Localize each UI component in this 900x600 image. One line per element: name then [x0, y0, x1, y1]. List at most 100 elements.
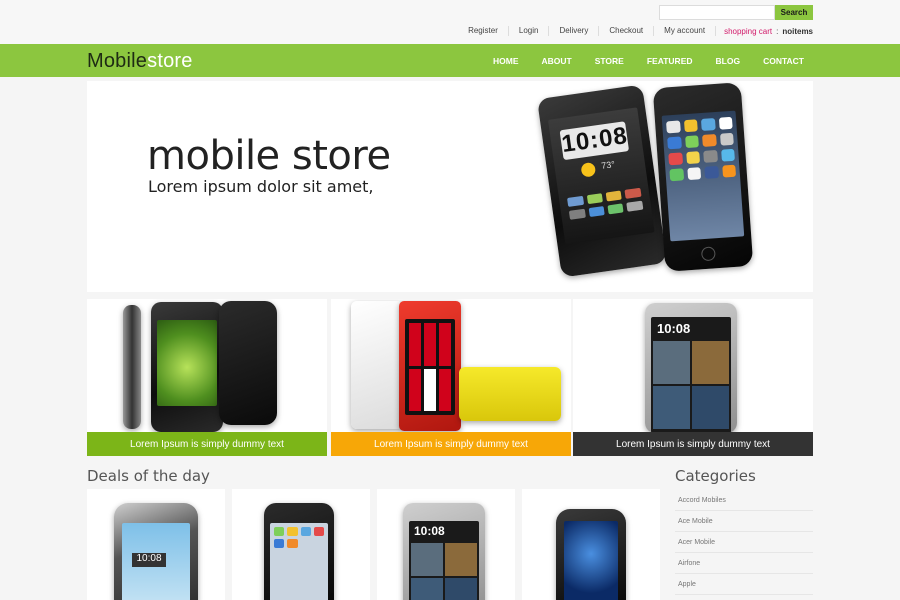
- photo-tile: [692, 341, 729, 384]
- app-icon: [718, 116, 733, 130]
- nokia-screen: [405, 319, 455, 415]
- blackberry-side-image: [123, 305, 141, 429]
- app-icon: [668, 152, 683, 166]
- iphone-screen: [661, 110, 745, 242]
- huawei-phone-image: 10:08: [114, 503, 198, 600]
- nav-menu: HOME ABOUT STORE FEATURED BLOG CONTACT: [470, 44, 804, 77]
- tile-icon: [409, 368, 421, 411]
- app-icon: [605, 190, 622, 202]
- app-icon: [719, 132, 734, 146]
- nav-contact[interactable]: CONTACT: [763, 56, 804, 66]
- tile-icon: [424, 368, 436, 411]
- deal-card[interactable]: [522, 489, 660, 600]
- home-button-icon: [700, 246, 716, 262]
- login-link[interactable]: Login: [509, 26, 550, 36]
- blackberry-deal-image: [556, 509, 626, 600]
- tile-icon: [439, 368, 451, 411]
- htc-deal-image: 10:08: [403, 503, 485, 600]
- nokia-red-image: [399, 301, 461, 431]
- nokia-yellow-image: [459, 367, 561, 421]
- iphone-deal-screen: [270, 523, 328, 600]
- app-icon: [684, 135, 699, 149]
- category-item[interactable]: Acer Mobile: [675, 532, 813, 553]
- app-icon: [704, 165, 719, 179]
- photo-tile: [692, 386, 729, 429]
- deal-card[interactable]: 10:08: [377, 489, 515, 600]
- deal-card[interactable]: 10:08: [87, 489, 225, 600]
- checkout-link[interactable]: Checkout: [599, 26, 655, 36]
- app-icon: [588, 205, 605, 217]
- photo-tile: [653, 341, 690, 384]
- cart-separator: :: [776, 26, 779, 36]
- promo-card-nokia[interactable]: Lorem Ipsum is simply dummy text: [331, 299, 571, 456]
- categories-title: Categories: [675, 467, 756, 485]
- my-account-link[interactable]: My account: [654, 26, 717, 36]
- tile-icon: [409, 323, 421, 366]
- search-input[interactable]: [659, 5, 775, 20]
- app-icon: [683, 119, 698, 133]
- register-link[interactable]: Register: [458, 26, 509, 36]
- delivery-link[interactable]: Delivery: [549, 26, 600, 36]
- promo-card-blackberry[interactable]: Lorem Ipsum is simply dummy text: [87, 299, 327, 456]
- app-icon: [685, 151, 701, 165]
- htc-deal-clock: 10:08: [414, 524, 445, 538]
- weather-sun-icon: [580, 161, 597, 178]
- huawei-screen: 10:08: [122, 523, 190, 600]
- app-icon: [669, 168, 684, 182]
- app-icon: [287, 527, 298, 536]
- htc-phone-screen: 10:08 73°: [548, 107, 655, 245]
- app-icon: [567, 195, 584, 207]
- search-box: Search: [659, 5, 813, 20]
- main-navbar: Mobilestore HOME ABOUT STORE FEATURED BL…: [0, 44, 900, 77]
- category-item[interactable]: Apple: [675, 574, 813, 595]
- search-button[interactable]: Search: [775, 5, 813, 20]
- iphone-image: [652, 82, 754, 272]
- huawei-clock: 10:08: [132, 553, 166, 567]
- photo-tile: [411, 578, 443, 600]
- hero-title: mobile store: [147, 133, 391, 179]
- app-icon: [313, 527, 324, 536]
- htc-deal-screen: 10:08: [409, 521, 479, 600]
- category-item[interactable]: Accord Mobiles: [675, 490, 813, 511]
- app-icon: [607, 202, 624, 214]
- app-icon: [721, 164, 737, 178]
- promo-caption: Lorem Ipsum is simply dummy text: [87, 432, 327, 456]
- photo-tile: [445, 543, 477, 576]
- photo-tile: [411, 543, 443, 576]
- shopping-cart-link[interactable]: shopping cart: [716, 27, 772, 36]
- app-icon: [274, 527, 285, 536]
- nav-about[interactable]: ABOUT: [541, 56, 571, 66]
- promo-caption: Lorem Ipsum is simply dummy text: [573, 432, 813, 456]
- app-icon: [300, 527, 311, 536]
- app-icon: [569, 208, 586, 220]
- category-item[interactable]: Airfone: [675, 553, 813, 574]
- nav-featured[interactable]: FEATURED: [647, 56, 693, 66]
- promo-card-htc-one[interactable]: 10:08 Lorem Ipsum is simply dummy text: [573, 299, 813, 456]
- hero-subtitle: Lorem ipsum dolor sit amet,: [148, 177, 374, 196]
- logo-part-store: store: [147, 50, 193, 72]
- blackberry-back-image: [219, 301, 277, 425]
- deal-card[interactable]: [232, 489, 370, 600]
- app-icon: [666, 120, 681, 134]
- nav-blog[interactable]: BLOG: [716, 56, 741, 66]
- photo-tile: [445, 578, 477, 600]
- tile-icon: [439, 323, 451, 366]
- app-icon: [624, 187, 642, 199]
- blackberry-front-image: [151, 302, 223, 432]
- app-icon: [720, 148, 735, 162]
- site-logo[interactable]: Mobilestore: [87, 50, 193, 73]
- htc-one-clock: 10:08: [657, 321, 691, 336]
- nav-store[interactable]: STORE: [595, 56, 624, 66]
- blackberry-screen: [157, 320, 217, 406]
- cart-items-count: noitems: [782, 26, 813, 36]
- htc-deal-photo-tiles: [411, 543, 477, 600]
- nav-home[interactable]: HOME: [493, 56, 519, 66]
- tile-icon: [424, 323, 436, 366]
- htc-clock: 10:08: [559, 120, 630, 160]
- app-icon: [274, 539, 285, 548]
- app-icon: [586, 192, 603, 204]
- htc-temperature: 73°: [600, 158, 616, 171]
- category-item[interactable]: Ace Mobile: [675, 511, 813, 532]
- hero-banner[interactable]: mobile store Lorem ipsum dolor sit amet,…: [87, 81, 813, 292]
- deals-title: Deals of the day: [87, 467, 210, 485]
